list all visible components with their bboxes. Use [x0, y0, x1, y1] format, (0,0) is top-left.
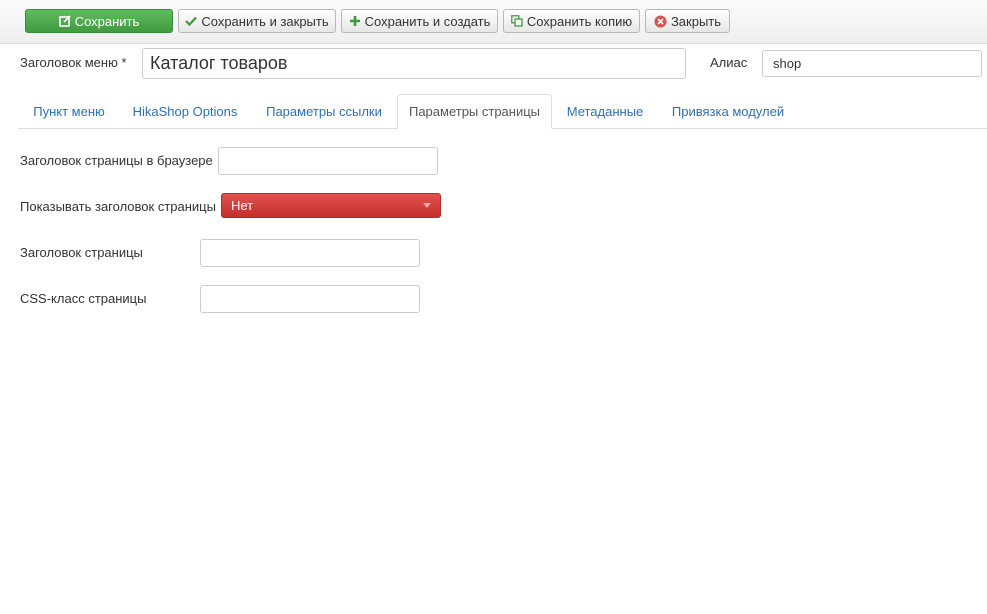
- tab-page-params[interactable]: Параметры страницы: [397, 94, 552, 129]
- css-class-label: CSS-класс страницы: [20, 291, 147, 306]
- menu-title-label: Заголовок меню *: [20, 55, 127, 70]
- save-new-label: Сохранить и создать: [364, 13, 491, 29]
- alias-input[interactable]: [762, 50, 982, 77]
- alias-label: Алиас: [710, 55, 748, 70]
- close-button[interactable]: Закрыть: [645, 9, 730, 33]
- toolbar: Сохранить Сохранить и закрыть Сохранить …: [0, 0, 987, 44]
- save-copy-button[interactable]: Сохранить копию: [503, 9, 640, 33]
- browser-title-label: Заголовок страницы в браузере: [20, 153, 213, 168]
- tab-metadata[interactable]: Метаданные: [556, 94, 654, 128]
- save-close-label: Сохранить и закрыть: [201, 13, 329, 29]
- tab-link-params[interactable]: Параметры ссылки: [252, 94, 396, 128]
- save-copy-label: Сохранить копию: [526, 13, 633, 29]
- show-heading-label: Показывать заголовок страницы: [20, 199, 216, 214]
- show-heading-select[interactable]: Нет: [221, 193, 441, 218]
- page-heading-label: Заголовок страницы: [20, 245, 143, 260]
- browser-title-input[interactable]: [218, 147, 438, 175]
- save-close-button[interactable]: Сохранить и закрыть: [178, 9, 336, 33]
- menu-title-input[interactable]: [142, 48, 686, 79]
- save-label: Сохранить: [74, 13, 140, 29]
- tab-module-assignment[interactable]: Привязка модулей: [658, 94, 798, 128]
- close-label: Закрыть: [670, 13, 722, 29]
- tab-menu-item[interactable]: Пункт меню: [20, 94, 118, 128]
- page-heading-input[interactable]: [200, 239, 420, 267]
- css-class-input[interactable]: [200, 285, 420, 313]
- save-new-button[interactable]: Сохранить и создать: [341, 9, 498, 33]
- tab-hikashop-options[interactable]: HikaShop Options: [122, 94, 248, 128]
- plus-icon: [349, 15, 361, 27]
- check-icon: [185, 15, 198, 27]
- show-heading-value: Нет: [231, 198, 254, 213]
- close-circle-icon: [654, 15, 667, 28]
- save-button[interactable]: Сохранить: [25, 9, 173, 33]
- chevron-down-icon: [423, 203, 431, 208]
- copy-icon: [510, 15, 523, 27]
- edit-icon: [58, 15, 71, 27]
